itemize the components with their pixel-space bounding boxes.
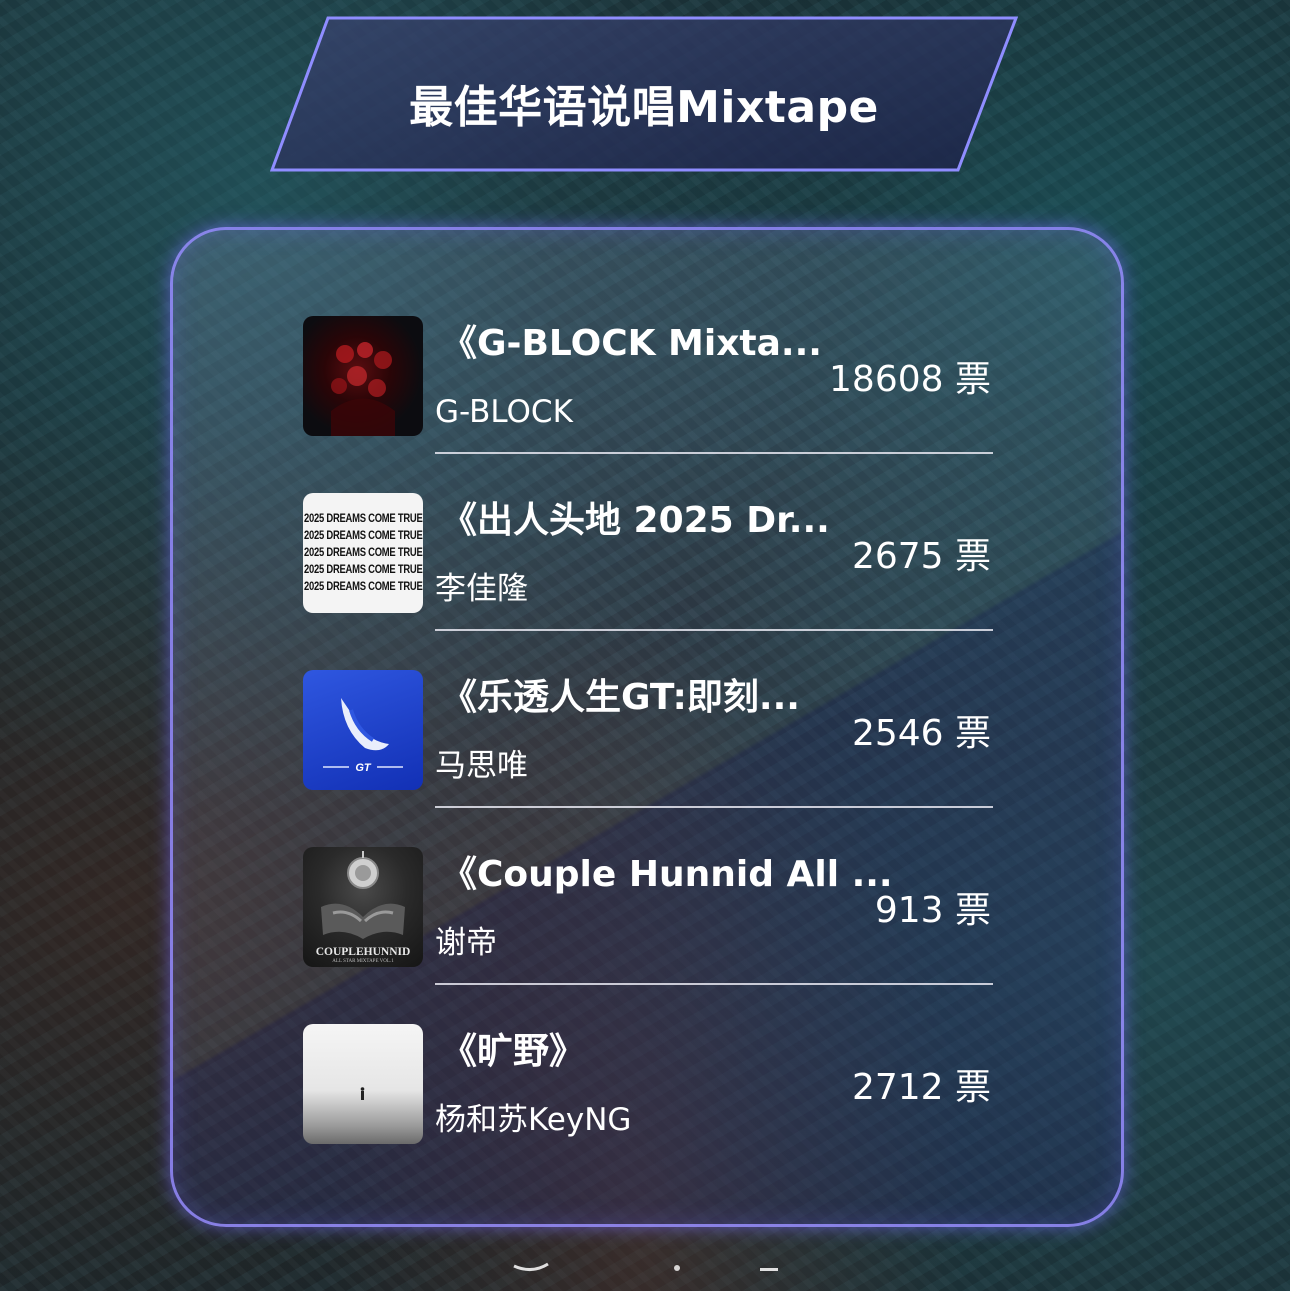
list-item[interactable]: COUPLEHUNNID ALL STAR MIXTAPE VOL.1 《Cou… [303, 847, 993, 1025]
vote-count: 2712 票 [851, 1067, 991, 1108]
vote-count: 913 票 [874, 890, 991, 931]
cover-text-line: 2025 DREAMS COME TRUE [303, 529, 423, 542]
album-cover-gt: GT [303, 670, 423, 790]
album-title: 《乐透人生GT:即刻... [441, 677, 800, 718]
album-cover-dreams-come-true: 2025 DREAMS COME TRUE 2025 DREAMS COME T… [303, 493, 423, 613]
list-item[interactable]: 《G-BLOCK Mixta... G-BLOCK 18608 票 [303, 316, 993, 494]
artist-name: 谢帝 [435, 925, 497, 961]
cover-subtitle-text: ALL STAR MIXTAPE VOL.1 [332, 959, 394, 964]
group-photo-icon [331, 342, 395, 436]
cover-title-text: COUPLEHUNNID [315, 946, 411, 958]
cover-text-line: 2025 DREAMS COME TRUE [303, 512, 423, 525]
title-banner: 最佳华语说唱Mixtape [270, 16, 1018, 172]
album-cover-wilderness [303, 1024, 423, 1144]
divider [435, 629, 993, 631]
list-item[interactable]: 2025 DREAMS COME TRUE 2025 DREAMS COME T… [303, 493, 993, 671]
ranking-card: 《G-BLOCK Mixta... G-BLOCK 18608 票 2025 D… [170, 227, 1124, 1227]
artist-name: 马思唯 [435, 748, 528, 784]
divider [435, 983, 993, 985]
album-cover-couplehunnid: COUPLEHUNNID ALL STAR MIXTAPE VOL.1 [303, 847, 423, 967]
artist-name: G-BLOCK [435, 394, 573, 430]
cover-gt-text: GT [355, 762, 372, 774]
artist-name: 李佳隆 [435, 571, 528, 607]
list-item[interactable]: 《旷野》 杨和苏KeyNG 2712 票 [303, 1024, 993, 1202]
divider [435, 806, 993, 808]
watermark-fragment [513, 1262, 778, 1271]
vote-count: 2675 票 [851, 536, 991, 577]
cover-text-line: 2025 DREAMS COME TRUE [303, 563, 423, 576]
wing-logo-icon: GT [323, 698, 403, 774]
album-title: 《出人头地 2025 Dr... [441, 500, 830, 541]
list-item[interactable]: GT 《乐透人生GT:即刻... 马思唯 2546 票 [303, 670, 993, 848]
vote-count: 18608 票 [829, 359, 991, 400]
album-title: 《Couple Hunnid All ... [441, 854, 893, 895]
album-title: 《旷野》 [441, 1031, 586, 1072]
album-title: 《G-BLOCK Mixta... [441, 323, 822, 364]
divider [435, 452, 993, 454]
vote-count: 2546 票 [851, 713, 991, 754]
lone-figure-icon [360, 1087, 365, 1100]
album-cover-g-block [303, 316, 423, 436]
page-title: 最佳华语说唱Mixtape [409, 82, 879, 133]
artist-name: 杨和苏KeyNG [435, 1102, 632, 1138]
cover-text-line: 2025 DREAMS COME TRUE [303, 546, 423, 559]
cover-text-line: 2025 DREAMS COME TRUE [303, 580, 423, 593]
